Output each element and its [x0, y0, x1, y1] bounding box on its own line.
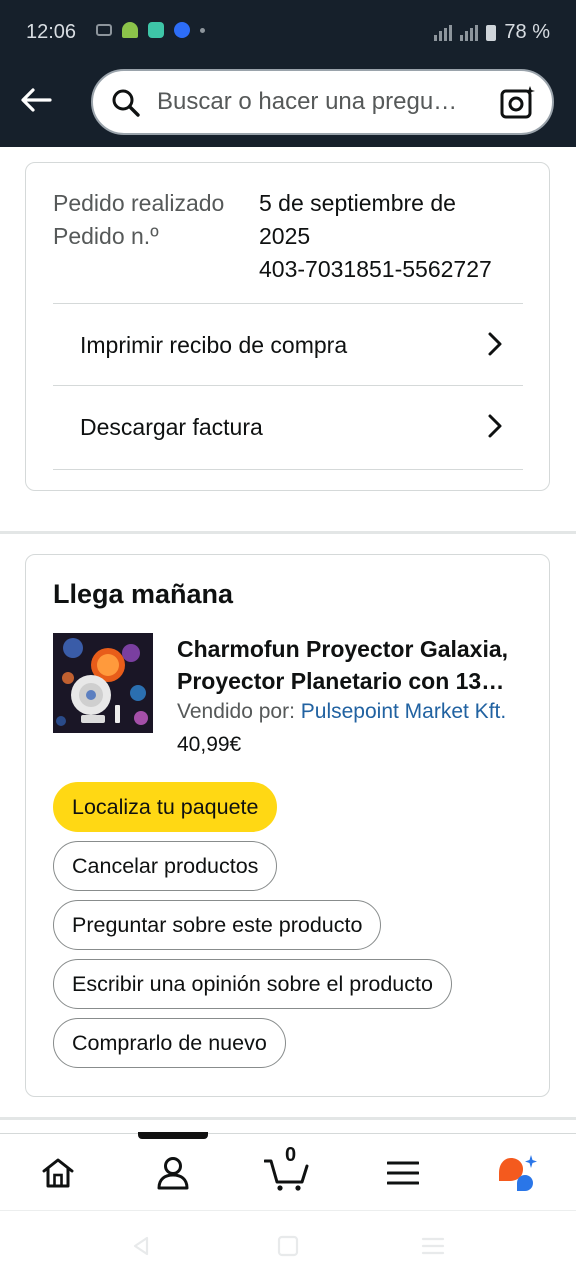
- android-icon: [122, 22, 138, 38]
- download-invoice-label: Descargar factura: [80, 413, 263, 440]
- order-number-label: Pedido n.º: [53, 223, 159, 249]
- sold-by-label: Vendido por:: [177, 700, 301, 723]
- search-icon: [112, 89, 140, 117]
- camera-search-icon[interactable]: [500, 85, 536, 119]
- buy-again-button[interactable]: Comprarlo de nuevo: [53, 1018, 286, 1068]
- product-image[interactable]: [53, 633, 153, 733]
- notification-icons: [96, 22, 205, 38]
- product-title[interactable]: Charmofun Proyector Galaxia, Proyector P…: [177, 633, 527, 697]
- system-home-icon[interactable]: [277, 1235, 299, 1257]
- order-detail-labels: Pedido realizado Pedido n.º: [53, 187, 224, 253]
- write-review-button[interactable]: Escribir una opinión sobre el producto: [53, 959, 452, 1009]
- shipment-card: Llega mañana Charmofun Proyector Galaxia…: [25, 554, 550, 1097]
- order-date-value-line2: 2025: [259, 223, 311, 249]
- cart-count: 0: [285, 1144, 297, 1166]
- signal-icon-2: [460, 24, 479, 41]
- nav-cart[interactable]: 0: [264, 1144, 310, 1196]
- order-date-value-line1: 5 de septiembre de: [259, 190, 456, 216]
- system-back-icon[interactable]: [130, 1235, 152, 1257]
- delivery-status-title: Llega mañana: [53, 579, 234, 609]
- galaxy-projector-image: [53, 633, 153, 733]
- print-receipt-label: Imprimir recibo de compra: [80, 331, 348, 358]
- chevron-right-icon: [488, 332, 502, 356]
- bottom-navigation: 0: [0, 1132, 576, 1211]
- system-recents-icon[interactable]: [421, 1235, 445, 1257]
- app-notification-icon: [148, 22, 164, 38]
- product-price: 40,99€: [177, 733, 242, 756]
- back-button[interactable]: [18, 82, 54, 118]
- product-title-line2: Proyector Planetario con 13…: [177, 668, 505, 694]
- order-details-card: Pedido realizado Pedido n.º 5 de septiem…: [25, 162, 550, 491]
- seller-link[interactable]: Pulsepoint Market Kft.: [301, 700, 506, 723]
- battery-icon: [486, 24, 497, 41]
- section-divider: [0, 1117, 576, 1120]
- app-header: [0, 64, 576, 147]
- search-input[interactable]: [157, 71, 487, 133]
- nav-account[interactable]: [150, 1150, 196, 1196]
- section-divider: [0, 531, 576, 534]
- system-navigation: [0, 1210, 576, 1281]
- nav-rufus[interactable]: [495, 1150, 541, 1196]
- home-icon: [42, 1158, 74, 1188]
- battery-level: 78 %: [504, 21, 550, 43]
- signal-icon: [434, 24, 453, 41]
- status-time: 12:06: [26, 21, 77, 43]
- divider: [53, 469, 523, 470]
- ask-product-question-button[interactable]: Preguntar sobre este producto: [53, 900, 382, 950]
- link-icon: [96, 24, 112, 36]
- active-tab-indicator: [138, 1132, 208, 1139]
- status-bar: 12:06 78 %: [0, 0, 576, 64]
- user-icon: [157, 1157, 189, 1190]
- order-date-label: Pedido realizado: [53, 190, 225, 216]
- order-number-value: 403-7031851-5562727: [259, 256, 492, 282]
- app-notification-icon-2: [174, 22, 190, 38]
- search-bar[interactable]: [91, 69, 554, 135]
- track-package-button[interactable]: Localiza tu paquete: [53, 782, 278, 832]
- nav-menu[interactable]: [380, 1150, 426, 1196]
- order-detail-values: 5 de septiembre de 2025 403-7031851-5562…: [259, 187, 529, 286]
- download-invoice-link[interactable]: Descargar factura: [53, 385, 523, 468]
- nav-home[interactable]: [35, 1150, 81, 1196]
- status-right: 78 %: [434, 21, 550, 44]
- print-receipt-link[interactable]: Imprimir recibo de compra: [53, 303, 523, 386]
- cancel-items-button[interactable]: Cancelar productos: [53, 841, 278, 891]
- menu-icon: [387, 1161, 419, 1185]
- chevron-right-icon: [488, 414, 502, 438]
- product-title-line1: Charmofun Proyector Galaxia,: [177, 636, 509, 662]
- rufus-assistant-icon: [499, 1155, 537, 1191]
- more-notifications-dot: [200, 27, 205, 33]
- sold-by: Vendido por: Pulsepoint Market Kft.: [177, 700, 506, 724]
- back-arrow-icon: [21, 88, 52, 112]
